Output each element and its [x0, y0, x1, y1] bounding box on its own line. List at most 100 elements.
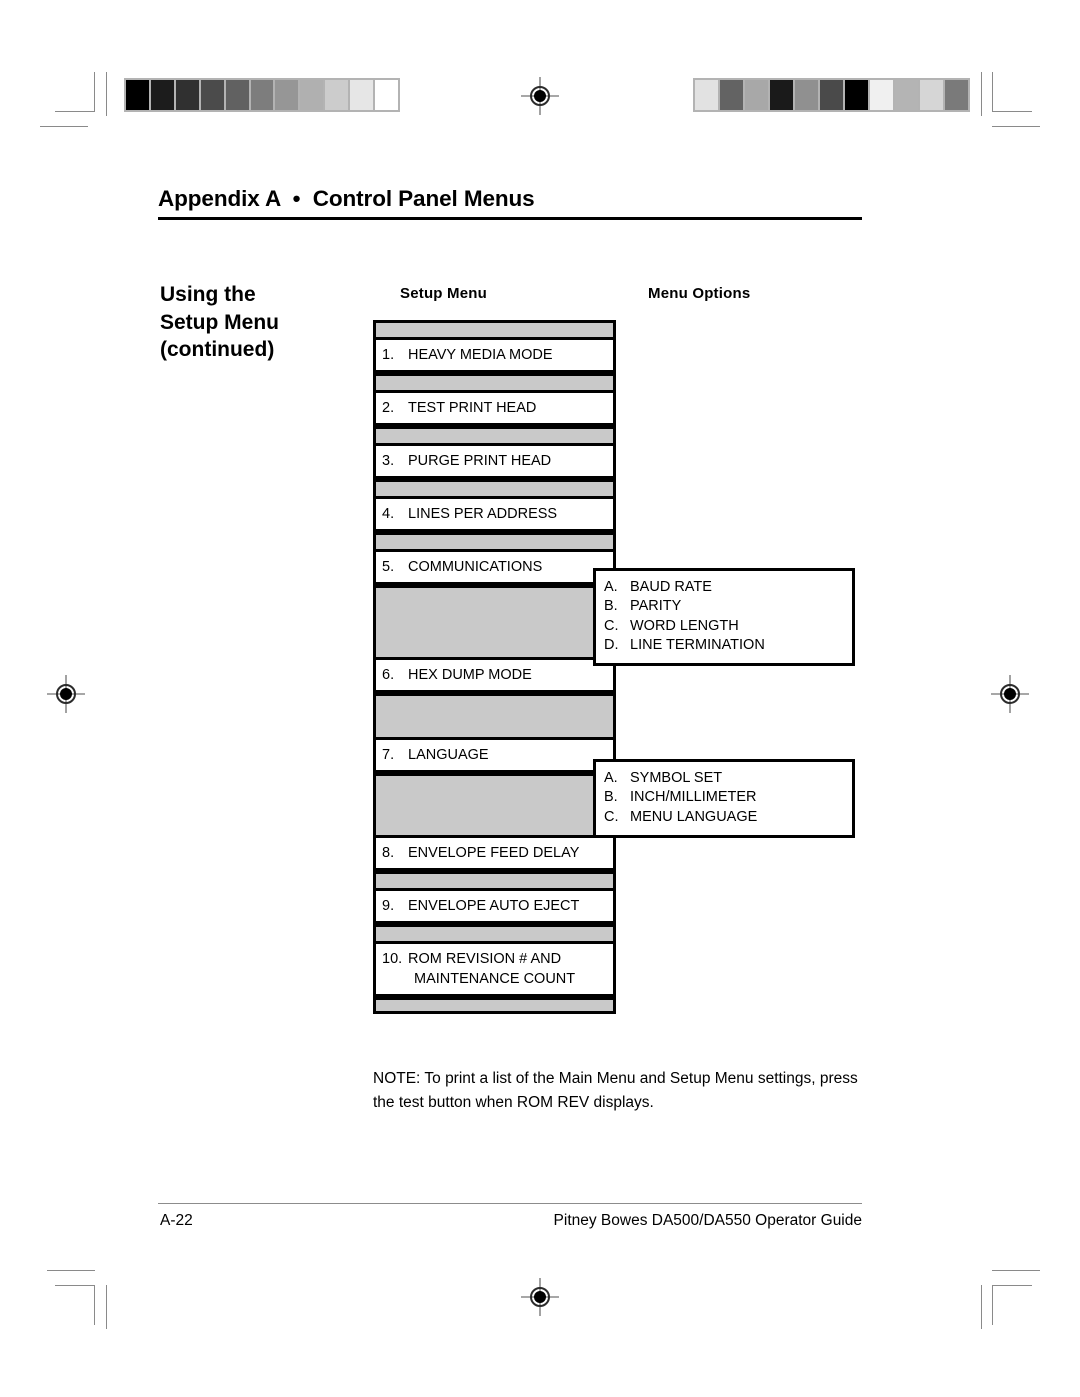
greyscale-swatch-6: [845, 80, 868, 110]
menu-item-number: 10.: [382, 951, 403, 967]
menu-item-label: ENVELOPE FEED DELAY: [408, 845, 580, 861]
crop-mark-top-right-tick: [981, 72, 982, 116]
option-row[interactable]: B. PARITY: [604, 597, 852, 616]
menu-item-label: COMMUNICATIONS: [408, 559, 543, 575]
option-letter: A.: [604, 770, 618, 786]
greyscale-calibration-bar-left: [124, 78, 400, 112]
page-title: Appendix A • Control Panel Menus: [158, 186, 535, 211]
heading-rule: [158, 217, 862, 221]
option-letter: B.: [604, 789, 618, 806]
crop-mark-bottom-left: [55, 1285, 95, 1325]
menu-item-communications[interactable]: 5. COMMUNICATIONS: [373, 549, 616, 585]
menu-spacer-band: [373, 373, 616, 390]
section-side-heading: Using the Setup Menu (continued): [160, 281, 360, 364]
menu-item-envelope-auto-eject[interactable]: 9. ENVELOPE AUTO EJECT: [373, 888, 616, 924]
menu-item-number: 9.: [382, 898, 395, 914]
option-label: LINE TERMINATION: [630, 636, 765, 653]
menu-item-label: LINES PER ADDRESS: [408, 506, 558, 522]
crop-mark-top-left-tick: [106, 72, 107, 116]
greyscale-swatch-0: [126, 80, 149, 110]
crop-mark-bottom-right-tick: [981, 1285, 982, 1329]
menu-item-language[interactable]: 7. LANGUAGE: [373, 737, 616, 773]
greyscale-swatch-9: [350, 80, 374, 110]
menu-item-rom-revision[interactable]: 10. ROM REVISION # AND MAINTENANCE COUNT: [373, 941, 616, 997]
crop-mark-top-right-rule: [992, 126, 1040, 127]
crop-mark-bottom-left-tick: [106, 1285, 107, 1329]
menu-item-purge-print-head[interactable]: 3. PURGE PRINT HEAD: [373, 443, 616, 479]
menu-item-number: 7.: [382, 747, 395, 763]
option-row[interactable]: C. MENU LANGUAGE: [604, 808, 852, 827]
menu-item-number: 2.: [382, 400, 395, 416]
menu-item-label-line-2: MAINTENANCE COUNT: [414, 971, 576, 987]
crop-mark-top-right: [992, 72, 1032, 112]
greyscale-swatch-10: [945, 80, 968, 110]
registration-target-top-center: [521, 77, 559, 115]
menu-item-number: 4.: [382, 506, 395, 522]
options-box-language: A. SYMBOL SET B. INCH/MILLIMETER C. MENU LA…: [593, 759, 855, 838]
registration-target-left-middle: [47, 675, 85, 713]
greyscale-swatch-8: [895, 80, 918, 110]
menu-item-label: TEST PRINT HEAD: [408, 400, 537, 416]
option-label: MENU LANGUAGE: [630, 808, 758, 825]
option-letter: C.: [604, 617, 619, 634]
option-label: SYMBOL SET: [630, 770, 723, 786]
footer-rule: [158, 1203, 862, 1204]
greyscale-swatch-3: [200, 80, 224, 110]
option-letter: B.: [604, 598, 618, 615]
menu-spacer-band-tall: [373, 693, 616, 737]
greyscale-swatch-3: [770, 80, 793, 110]
menu-item-label: ROM REVISION # AND: [408, 951, 562, 967]
greyscale-swatch-5: [250, 80, 274, 110]
option-row[interactable]: A. SYMBOL SET: [604, 769, 852, 788]
menu-item-lines-per-address[interactable]: 4. LINES PER ADDRESS: [373, 496, 616, 532]
option-label: WORD LENGTH: [630, 617, 739, 634]
option-row[interactable]: D. LINE TERMINATION: [604, 636, 852, 655]
menu-item-label: ENVELOPE AUTO EJECT: [408, 898, 580, 914]
menu-item-label: HEAVY MEDIA MODE: [408, 347, 553, 363]
menu-item-label: HEX DUMP MODE: [408, 667, 532, 683]
greyscale-swatch-7: [870, 80, 893, 110]
menu-item-envelope-feed-delay[interactable]: 8. ENVELOPE FEED DELAY: [373, 835, 616, 871]
crop-mark-bottom-right-rule: [992, 1270, 1040, 1271]
crop-mark-bottom-left-rule: [47, 1270, 95, 1271]
menu-spacer-band: [373, 426, 616, 443]
column-header-menu-options: Menu Options: [648, 285, 751, 302]
menu-item-test-print-head[interactable]: 2. TEST PRINT HEAD: [373, 390, 616, 426]
document-page: Appendix A • Control Panel Menus Using t…: [0, 0, 1080, 1397]
greyscale-swatch-8: [325, 80, 349, 110]
options-box-communications: A. BAUD RATE B. PARITY C. WORD LENGTH D. LIN…: [593, 568, 855, 667]
option-letter: C.: [604, 808, 619, 825]
chapter-heading: Appendix A • Control Panel Menus: [158, 186, 862, 221]
menu-item-number: 5.: [382, 559, 395, 575]
note-text: NOTE: To print a list of the Main Menu a…: [373, 1070, 858, 1112]
option-label: BAUD RATE: [630, 579, 712, 595]
side-heading-line-2: Setup Menu: [160, 310, 279, 334]
greyscale-swatch-2: [175, 80, 199, 110]
menu-item-number: 3.: [382, 453, 395, 469]
side-heading-line-3: (continued): [160, 338, 275, 362]
option-row[interactable]: B. INCH/MILLIMETER: [604, 788, 852, 807]
greyscale-swatch-5: [820, 80, 843, 110]
greyscale-calibration-bar-right: [693, 78, 970, 112]
crop-mark-top-left: [55, 72, 95, 112]
option-row[interactable]: C. WORD LENGTH: [604, 617, 852, 636]
option-letter: A.: [604, 579, 618, 595]
option-label: INCH/MILLIMETER: [630, 789, 757, 806]
greyscale-swatch-9: [920, 80, 943, 110]
menu-item-label: PURGE PRINT HEAD: [408, 453, 552, 469]
menu-item-hex-dump-mode[interactable]: 6. HEX DUMP MODE: [373, 657, 616, 693]
option-letter: D.: [604, 636, 619, 653]
greyscale-swatch-0: [695, 80, 718, 110]
crop-mark-bottom-right: [992, 1285, 1032, 1325]
greyscale-swatch-7: [300, 80, 324, 110]
menu-item-number: 8.: [382, 845, 395, 861]
crop-mark-top-left-rule: [40, 126, 88, 127]
menu-spacer-band: [373, 479, 616, 496]
menu-spacer-band: [373, 871, 616, 888]
option-row[interactable]: A. BAUD RATE: [604, 578, 852, 597]
greyscale-swatch-1: [720, 80, 743, 110]
option-label: PARITY: [630, 598, 682, 615]
greyscale-swatch-4: [795, 80, 818, 110]
greyscale-swatch-2: [745, 80, 768, 110]
menu-item-heavy-media-mode[interactable]: 1. HEAVY MEDIA MODE: [373, 337, 616, 373]
